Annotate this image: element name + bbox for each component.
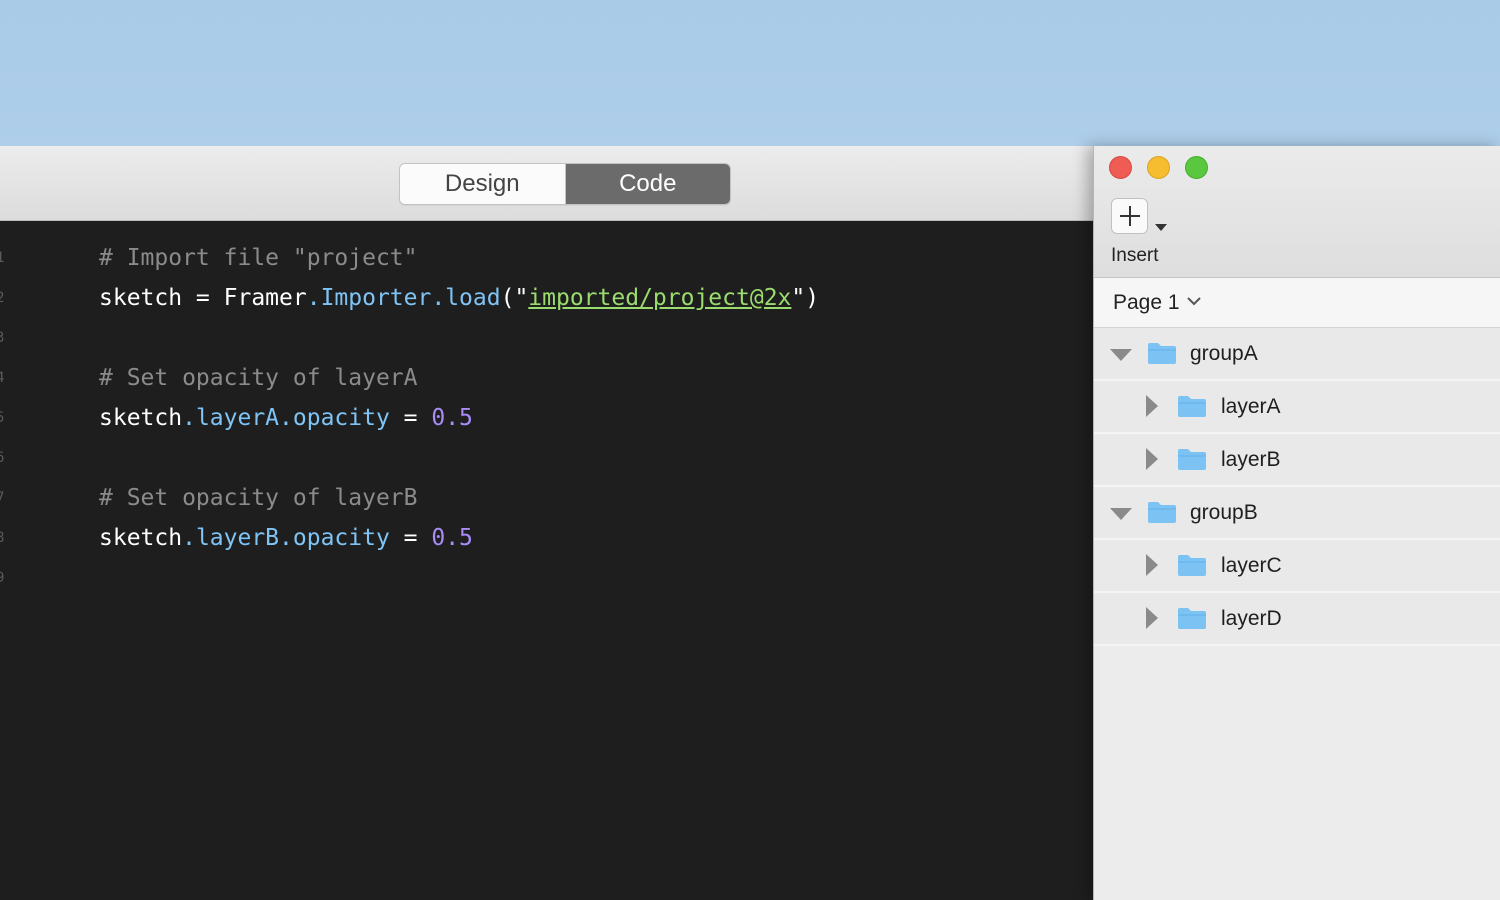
layer-row-layerA[interactable]: layerA bbox=[1094, 381, 1500, 434]
code-line[interactable]: # Import file "project" bbox=[99, 238, 819, 278]
code-token: = bbox=[389, 525, 432, 551]
layers-toolbar: Insert bbox=[1094, 146, 1500, 278]
code-line[interactable]: sketch.layerA.opacity = 0.5 bbox=[99, 398, 819, 438]
insert-button[interactable] bbox=[1111, 198, 1148, 234]
layer-row-layerB[interactable]: layerB bbox=[1094, 434, 1500, 487]
code-token: ") bbox=[791, 285, 820, 311]
caret-down-icon[interactable] bbox=[1155, 224, 1167, 231]
layer-name: layerB bbox=[1221, 448, 1281, 471]
layer-name: groupA bbox=[1190, 342, 1258, 365]
folder-icon bbox=[1177, 394, 1207, 423]
tab-design[interactable]: Design bbox=[400, 164, 566, 204]
code-line[interactable]: sketch.layerB.opacity = 0.5 bbox=[99, 518, 819, 558]
framer-main-window: Design Code 1 2 3 4 5 6 7 8 9 # Import file "pro… bbox=[0, 146, 1093, 900]
triangle-right-icon[interactable] bbox=[1146, 448, 1158, 475]
page-label: Page 1 bbox=[1113, 291, 1180, 314]
code-token: (" bbox=[500, 285, 529, 311]
layer-name: layerC bbox=[1221, 554, 1282, 577]
code-line[interactable]: sketch = Framer.Importer.load("imported/… bbox=[99, 278, 819, 318]
code-token: 0.5 bbox=[431, 525, 473, 551]
code-line[interactable]: # Set opacity of layerA bbox=[99, 358, 819, 398]
code-comment: # Set opacity of layerA bbox=[99, 365, 418, 391]
maximize-window-button[interactable] bbox=[1185, 156, 1208, 179]
code-token: sketch bbox=[99, 525, 183, 551]
code-comment: # Import file "project" bbox=[99, 245, 418, 271]
line-number-gutter: 1 2 3 4 5 6 7 8 9 bbox=[0, 221, 10, 900]
folder-icon bbox=[1177, 553, 1207, 582]
line-number: 1 bbox=[0, 250, 5, 266]
folder-icon bbox=[1177, 447, 1207, 476]
layer-row-groupB[interactable]: groupB bbox=[1094, 487, 1500, 540]
code-line[interactable] bbox=[99, 318, 819, 358]
layer-list: groupA layerA layerB groupB layerC layerD bbox=[1094, 328, 1500, 646]
close-window-button[interactable] bbox=[1109, 156, 1132, 179]
minimize-window-button[interactable] bbox=[1147, 156, 1170, 179]
code-token: sketch bbox=[99, 405, 183, 431]
triangle-right-icon[interactable] bbox=[1146, 395, 1158, 422]
mode-switcher: Design Code bbox=[399, 163, 731, 205]
layer-name: layerD bbox=[1221, 607, 1282, 630]
line-number: 7 bbox=[0, 490, 5, 506]
triangle-right-icon[interactable] bbox=[1146, 554, 1158, 581]
line-number: 3 bbox=[0, 330, 5, 346]
page-selector[interactable]: Page 1 bbox=[1094, 278, 1500, 328]
triangle-down-icon[interactable] bbox=[1110, 348, 1132, 366]
line-number: 5 bbox=[0, 410, 5, 426]
chevron-down-icon bbox=[1187, 297, 1201, 306]
code-text[interactable]: # Import file "project" sketch = Framer.I… bbox=[99, 238, 819, 558]
folder-icon bbox=[1147, 341, 1177, 370]
code-token: = bbox=[389, 405, 432, 431]
triangle-right-icon[interactable] bbox=[1146, 607, 1158, 634]
line-number: 6 bbox=[0, 450, 5, 466]
layer-row-groupA[interactable]: groupA bbox=[1094, 328, 1500, 381]
line-number: 9 bbox=[0, 570, 5, 586]
code-editor[interactable]: 1 2 3 4 5 6 7 8 9 # Import file "project" sketch … bbox=[0, 221, 1093, 900]
code-line[interactable]: # Set opacity of layerB bbox=[99, 478, 819, 518]
code-string-link[interactable]: imported/project@2x bbox=[528, 285, 791, 311]
main-toolbar: Design Code bbox=[0, 146, 1093, 221]
folder-icon bbox=[1147, 500, 1177, 529]
triangle-down-icon[interactable] bbox=[1110, 507, 1132, 525]
layer-row-layerD[interactable]: layerD bbox=[1094, 593, 1500, 646]
plus-icon bbox=[1120, 206, 1140, 226]
code-token: .layerB.opacity bbox=[182, 525, 390, 551]
layer-name: layerA bbox=[1221, 395, 1281, 418]
code-token: .layerA.opacity bbox=[182, 405, 390, 431]
layer-row-layerC[interactable]: layerC bbox=[1094, 540, 1500, 593]
line-number: 8 bbox=[0, 530, 5, 546]
line-number: 4 bbox=[0, 370, 5, 386]
code-comment: # Set opacity of layerB bbox=[99, 485, 418, 511]
folder-icon bbox=[1177, 606, 1207, 635]
code-token: .Importer.load bbox=[306, 285, 501, 311]
line-number: 2 bbox=[0, 290, 5, 306]
tab-code[interactable]: Code bbox=[565, 164, 730, 204]
insert-label: Insert bbox=[1111, 245, 1159, 266]
layer-name: groupB bbox=[1190, 501, 1258, 524]
code-token: 0.5 bbox=[431, 405, 473, 431]
layers-window: Insert Page 1 groupA layerA layerB groupB la… bbox=[1093, 146, 1500, 900]
code-token: sketch = Framer bbox=[99, 285, 307, 311]
code-line[interactable] bbox=[99, 438, 819, 478]
